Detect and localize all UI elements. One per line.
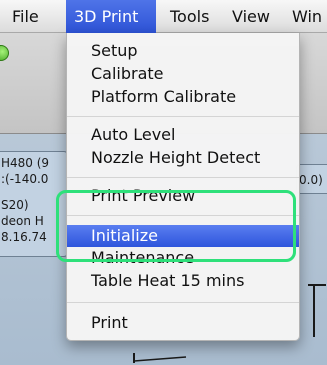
menu-separator [67, 215, 299, 216]
info-line: H480 (9 [1, 156, 50, 170]
menu-item-nozzle-height-detect[interactable]: Nozzle Height Detect [67, 147, 299, 169]
menu-item-initialize[interactable]: Initialize [67, 225, 299, 247]
menu-view[interactable]: View [224, 0, 278, 33]
menu-window[interactable]: Win [286, 0, 327, 33]
menu-tools[interactable]: Tools [164, 0, 222, 33]
menu-separator [67, 177, 299, 178]
menubar: File 3D Print Tools View Win [0, 0, 327, 33]
menu-item-calibrate[interactable]: Calibrate [67, 63, 299, 85]
menu-item-print[interactable]: Print [67, 312, 299, 334]
info-line: deon H [1, 214, 44, 228]
menu-item-maintenance[interactable]: Maintenance [67, 247, 299, 269]
status-light-icon [0, 45, 9, 61]
info-line: 8.16.74 [1, 230, 47, 244]
info-line: S20) [1, 198, 29, 212]
coordinate-tag: 0.0) [296, 164, 327, 194]
menu-item-auto-level[interactable]: Auto Level [67, 124, 299, 146]
menu-separator [67, 302, 299, 303]
menu-item-print-preview[interactable]: Print Preview [67, 185, 299, 207]
3d-print-dropdown-menu: Setup Calibrate Platform Calibrate Auto … [66, 33, 300, 341]
menu-separator [67, 116, 299, 117]
info-line: :(-140.0 [1, 172, 49, 186]
menu-file[interactable]: File [0, 0, 66, 33]
printer-info-panel: H480 (9 :(-140.0 S20) deon H 8.16.74 [0, 151, 68, 257]
menu-item-setup[interactable]: Setup [67, 40, 299, 62]
menu-3d-print[interactable]: 3D Print [66, 0, 156, 33]
platform-edge-icon [133, 353, 187, 363]
axis-gizmo-icon [308, 284, 326, 337]
menu-item-table-heat[interactable]: Table Heat 15 mins [67, 270, 299, 292]
menu-item-platform-calibrate[interactable]: Platform Calibrate [67, 86, 299, 108]
